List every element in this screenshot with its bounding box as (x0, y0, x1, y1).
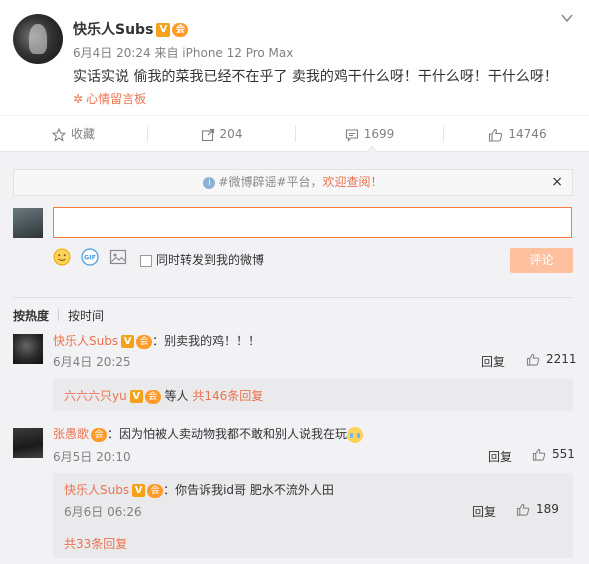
like-count: 189 (536, 502, 559, 516)
sub-reply-text: 等人 (164, 389, 189, 403)
thumbs-up-icon (526, 353, 540, 366)
sub-reply-line[interactable]: 六六六只yu V 会 等人 共146条回复 (64, 387, 263, 404)
comment-count: 1699 (363, 127, 395, 141)
vip-verified-icon: V (156, 23, 171, 37)
comment-body: ：别卖我的鸡！！！ (152, 334, 261, 348)
member-badge-icon: 会 (91, 427, 108, 442)
commenter-name[interactable]: 张愚歌 (53, 427, 89, 441)
vip-verified-icon: V (121, 335, 135, 348)
submit-comment-button[interactable]: 评论 (510, 248, 573, 273)
like-count: 14746 (508, 127, 547, 141)
tab-time[interactable]: 按时间 (68, 307, 104, 324)
sub-reply-box: 快乐人Subs V 会：你告诉我id哥 肥水不流外人田 6月6日 06:26 回复 … (53, 473, 573, 558)
vip-verified-icon: V (132, 484, 146, 497)
thumbs-up-icon (489, 128, 503, 142)
repost-label: 同时转发到我的微博 (156, 253, 265, 267)
comment-like-button[interactable]: 551 (532, 447, 575, 461)
member-badge-icon: 会 (136, 334, 153, 349)
image-icon[interactable] (109, 248, 127, 266)
thumbs-up-icon (516, 503, 530, 516)
chevron-down-icon[interactable] (561, 12, 573, 24)
comment-input[interactable] (53, 207, 572, 238)
flower-icon: ✲ (73, 92, 84, 106)
commenter-avatar[interactable] (13, 428, 43, 458)
notice-link[interactable]: #微博辟谣#平台，欢迎查阅！ (218, 175, 382, 189)
comment-body: ：因为怕被人卖动物我都不敢和别人说我在玩 (107, 427, 348, 441)
reply-button[interactable]: 回复 (488, 448, 512, 465)
like-button[interactable]: 14746 (444, 116, 589, 153)
member-badge-icon: 会 (147, 483, 164, 498)
tab-hot[interactable]: 按热度 (13, 307, 49, 324)
sort-tabs: 按热度 按时间 (13, 297, 573, 327)
favorite-button[interactable]: 收藏 (0, 116, 147, 153)
author-name[interactable]: 快乐人Subs (73, 22, 153, 38)
like-count: 2211 (546, 352, 577, 366)
sub-reply-name[interactable]: 快乐人Subs (64, 483, 129, 497)
commenter-avatar[interactable] (13, 334, 43, 364)
reply-button[interactable]: 回复 (472, 503, 496, 520)
comment-icon (345, 128, 358, 142)
sub-like-button[interactable]: 189 (516, 502, 559, 516)
weibo-post: 快乐人Subs V 会 6月4日 20:24 来自 iPhone 12 Pro Ma… (0, 0, 589, 115)
mood-board-link[interactable]: ✲ 心情留言板 (73, 90, 146, 107)
comment-text: 张愚歌会：因为怕被人卖动物我都不敢和别人说我在玩 (53, 425, 364, 443)
reply-button[interactable]: 回复 (481, 353, 505, 370)
commenter-name[interactable]: 快乐人Subs (53, 334, 118, 348)
mood-label: 心情留言板 (86, 92, 147, 106)
more-replies-link[interactable]: 共146条回复 (192, 389, 263, 403)
share-icon (201, 128, 214, 141)
notice-prefix: #微博辟谣#平台， (218, 175, 323, 189)
thumbs-up-icon (532, 448, 546, 461)
post-meta: 6月4日 20:24 来自 iPhone 12 Pro Max (73, 46, 294, 60)
checkbox-icon[interactable] (140, 254, 152, 267)
crying-emoji-icon (347, 426, 364, 443)
sub-reply-text: ：你告诉我id哥 肥水不流外人田 (163, 483, 334, 497)
divider (58, 309, 59, 321)
comment-time: 6月4日 20:25 (53, 355, 131, 369)
comment-like-button[interactable]: 2211 (526, 352, 577, 366)
repost-checkbox[interactable]: 同时转发到我的微博 (140, 251, 264, 268)
author-avatar[interactable] (13, 14, 63, 64)
more-replies-link[interactable]: 共33条回复 (64, 535, 127, 552)
info-icon: i (203, 176, 216, 189)
svg-text:GIF: GIF (84, 254, 96, 262)
post-text: 实话实说 偷我的菜我已经不在乎了 卖我的鸡干什么呀！干什么呀！干什么呀！ (73, 69, 558, 85)
comment-text: 快乐人Subs V 会：别卖我的鸡！！！ (53, 332, 260, 349)
close-icon[interactable]: × (551, 170, 563, 195)
repost-count: 204 (219, 127, 243, 141)
gif-icon[interactable]: GIF (81, 248, 99, 266)
comment-section: i #微博辟谣#平台，欢迎查阅！ × GIF 同时转发到我的微博 评论 按热度 按… (0, 152, 589, 564)
member-badge-icon: 会 (144, 389, 161, 404)
rumor-notice: i #微博辟谣#平台，欢迎查阅！ × (13, 169, 573, 196)
sub-reply-name[interactable]: 六六六只yu (64, 389, 127, 403)
sub-reply-time: 6月6日 06:26 (64, 505, 142, 519)
repost-button[interactable]: 204 (148, 116, 295, 153)
action-bar: 收藏 204 1699 14746 (0, 115, 589, 152)
more-replies-label[interactable]: 共33条回复 (64, 537, 127, 551)
sub-reply-box: 六六六只yu V 会 等人 共146条回复 (53, 379, 573, 411)
like-count: 551 (552, 447, 575, 461)
star-icon (51, 127, 66, 142)
sub-reply-line: 快乐人Subs V 会：你告诉我id哥 肥水不流外人田 (64, 481, 334, 498)
favorite-label: 收藏 (70, 127, 95, 141)
comment-time: 6月5日 20:10 (53, 450, 131, 464)
notice-highlight: 欢迎查阅！ (322, 175, 383, 189)
post-author[interactable]: 快乐人Subs V 会 (73, 19, 189, 39)
member-badge-icon: 会 (172, 23, 189, 37)
my-avatar (13, 208, 43, 238)
vip-verified-icon: V (129, 390, 143, 403)
emoji-icon[interactable] (53, 248, 71, 266)
